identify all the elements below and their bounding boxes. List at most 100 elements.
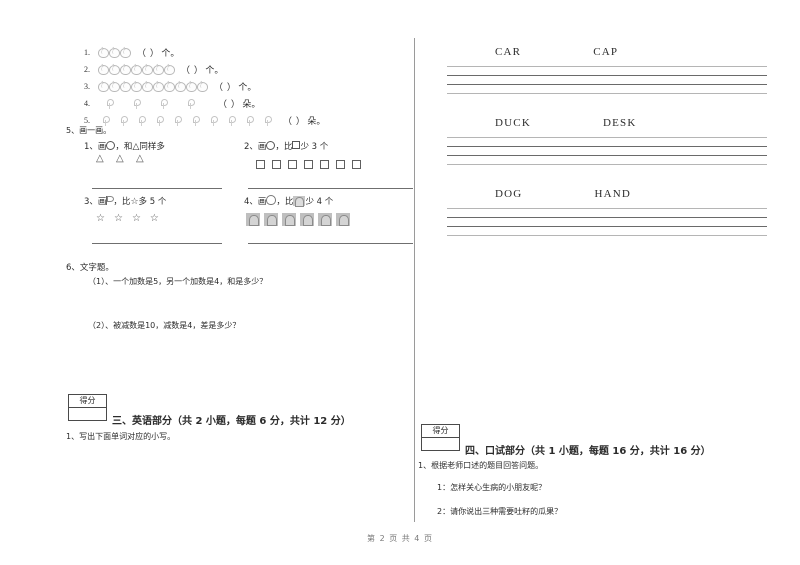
word-problem-title: 6、文字题。 [66,263,114,273]
counting-row-index: 4. [84,99,90,108]
draw-label-middle: ，和 [115,142,133,152]
house-icon [318,213,332,226]
square-icon [320,159,329,169]
answer-rule[interactable] [92,243,222,244]
guide-line-upper-mid [447,146,767,147]
answer-rule[interactable] [248,188,413,189]
draw-label-middle: ，比 [275,142,293,152]
score-box-label: 得分 [422,425,459,438]
flower-icon [156,115,164,126]
apple-icon [98,64,109,75]
square-icon [288,159,297,169]
answer-blank[interactable]: （ ） [218,97,240,110]
apple-icon [131,64,142,75]
flower-icon-group [102,115,277,126]
apple-icon [120,64,131,75]
word-problem-1: （1）、一个加数是5，另一个加数是4，和是多少？ [88,277,268,286]
word-pair-row: DOG HAND [447,188,767,204]
counting-unit: 朵。 [242,100,261,110]
triangle-icon [96,153,104,168]
apple-icon [175,81,186,92]
score-box-section-three[interactable]: 得分 [68,394,107,421]
handwriting-lines[interactable] [447,208,767,236]
english-question-1: 1、写出下面单词对应的小写。 [66,432,176,441]
flower-icon [264,115,272,126]
counting-unit: 个。 [238,83,257,93]
handwriting-lines[interactable] [447,137,767,165]
word-a: DUCK [495,117,531,129]
answer-blank[interactable]: （ ） [181,63,203,76]
draw-label-suffix: 少 3 个 [300,142,329,152]
right-column: CAR CAP DUCK DESK DOG HAND [415,0,800,565]
flower-icon [192,115,200,126]
counting-unit: 个。 [161,49,180,59]
counting-row-index: 3. [84,82,90,91]
apple-icon-group [98,47,131,58]
draw-label-suffix: 同样多 [139,142,165,152]
flower-icon [120,115,128,126]
given-star-group: ☆ ☆ ☆ ☆ [96,212,234,226]
word-copy-group-1: CAR CAP [447,46,767,94]
answer-blank[interactable]: （ ） [283,114,305,127]
apple-icon [109,64,120,75]
guide-line-top [447,66,767,67]
score-box-label: 得分 [69,395,106,408]
word-copy-group-3: DOG HAND [447,188,767,236]
given-square-group [256,157,414,171]
counting-row-index: 2. [84,65,90,74]
apple-icon [131,81,142,92]
flower-icon-group [106,98,212,109]
answer-rule[interactable] [92,188,222,189]
counting-row: 2. （ ） 个。 [84,61,404,78]
answer-rule[interactable] [248,243,413,244]
draw-item-4: 4、画 ，比 少 4 个 [244,195,414,244]
guide-line-lower-mid [447,155,767,156]
given-house-group [246,212,414,227]
house-icon [264,213,278,226]
apple-icon [142,81,153,92]
draw-item-4-label: 4、画 ，比 少 4 个 [244,195,414,207]
draw-label-middle: ，比 [113,197,131,207]
house-icon [336,213,350,226]
draw-label-prefix: 1、画 [84,142,107,152]
guide-line-bottom [447,235,767,236]
counting-unit: 个。 [205,66,224,76]
guide-line-top [447,137,767,138]
flower-icon [138,115,146,126]
star-icon: ☆ [149,213,159,224]
guide-line-bottom [447,93,767,94]
apple-icon [164,64,175,75]
apple-icon [109,81,120,92]
star-icon: ☆ [96,213,105,224]
house-icon [246,213,260,226]
counting-row-index: 5. [84,116,90,125]
flower-icon [187,98,195,109]
triangle-icon [136,153,144,168]
square-icon [336,159,345,169]
triangle-icon [116,153,124,168]
apple-icon [120,47,131,58]
draw-label-prefix: 4、画 [244,197,267,207]
answer-blank[interactable]: （ ） [214,80,236,93]
star-icon: ☆ [113,213,123,224]
draw-item-1: 1、画 ，和△同样多 [84,140,234,189]
counting-row: 1. （ ） 个。 [84,44,404,61]
left-column: 1. （ ） 个。 2. （ ） 个。 3. （ ） 个。 4. （ ） 朵。 … [0,0,415,565]
guide-line-top [447,208,767,209]
flower-icon [210,115,218,126]
answer-blank[interactable]: （ ） [137,46,159,59]
flower-icon [102,115,110,126]
handwriting-lines[interactable] [447,66,767,94]
oral-sub-question-2: 2：请你说出三种需要吐籽的瓜果？ [437,507,563,516]
flower-icon [174,115,182,126]
apple-icon [142,64,153,75]
counting-row: 3. （ ） 个。 [84,78,404,95]
word-b: HAND [594,188,632,200]
oral-question-1: 1、根据老师口述的题目回答问题。 [418,461,544,470]
square-icon [304,159,313,169]
word-pair-row: DUCK DESK [447,117,767,133]
score-box-section-four[interactable]: 得分 [421,424,460,451]
draw-label-suffix: 多 5 个 [138,197,167,207]
counting-question-list: 1. （ ） 个。 2. （ ） 个。 3. （ ） 个。 4. （ ） 朵。 … [84,44,404,129]
counting-row-index: 1. [84,48,90,57]
